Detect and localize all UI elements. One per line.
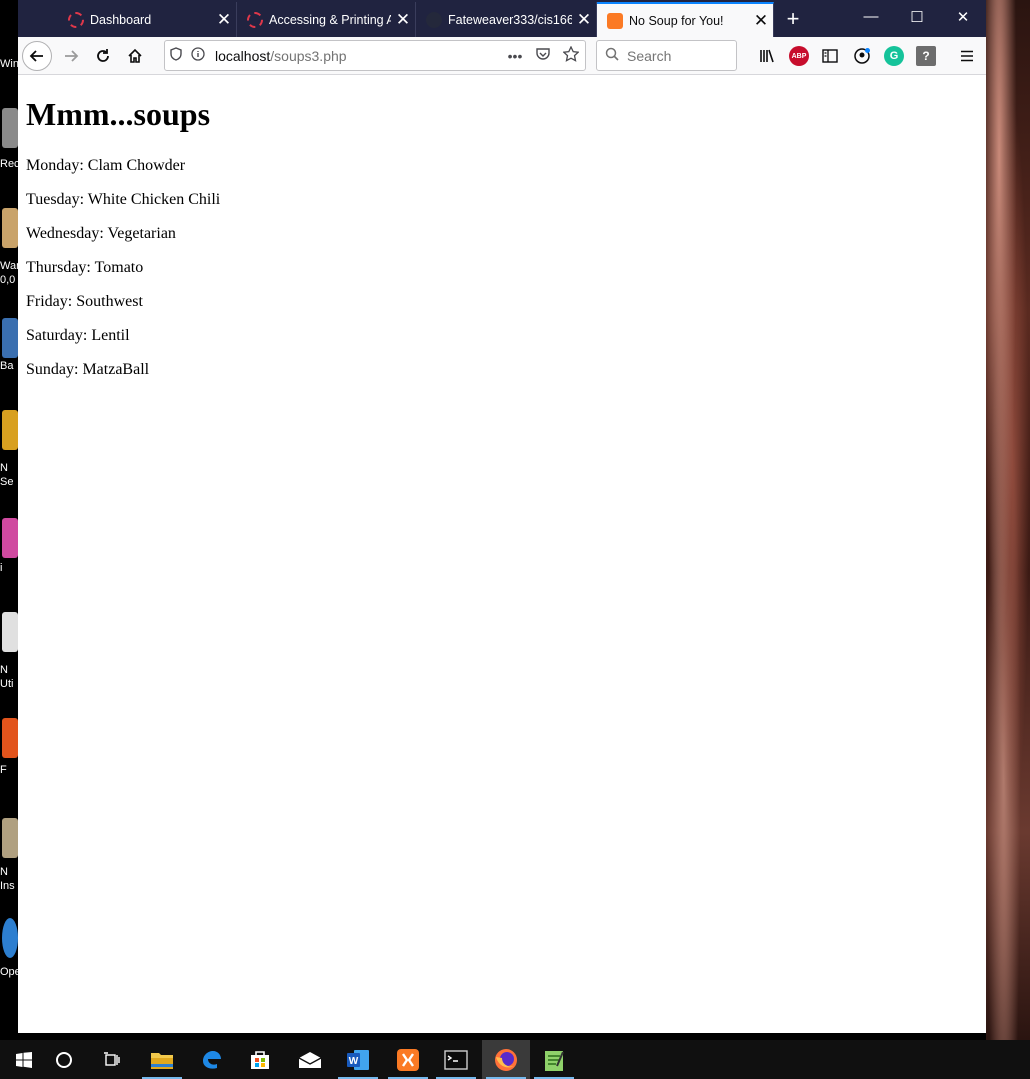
desktop-shortcut-icon[interactable] — [2, 718, 18, 758]
account-icon[interactable] — [852, 46, 872, 66]
tab-title: Dashboard — [90, 12, 152, 27]
wallpaper — [986, 0, 1030, 1040]
reader-sidebar-icon[interactable] — [820, 46, 840, 66]
xampp-icon[interactable] — [384, 1040, 432, 1079]
tab-dashboard[interactable]: Dashboard ✕ — [58, 2, 237, 37]
store-icon[interactable] — [236, 1040, 284, 1079]
edge-icon[interactable] — [188, 1040, 236, 1079]
tab-github[interactable]: Fateweaver333/cis166 ✕ — [416, 2, 597, 37]
desktop-shortcut-icon[interactable] — [2, 518, 18, 558]
tab-no-soup[interactable]: No Soup for You! ✕ — [597, 2, 774, 37]
home-button[interactable] — [120, 41, 150, 71]
url-path: /soups3.php — [270, 47, 347, 64]
github-icon — [426, 11, 442, 28]
file-explorer-icon[interactable] — [138, 1040, 186, 1079]
hamburger-menu-icon[interactable] — [957, 46, 977, 66]
pocket-icon[interactable] — [529, 47, 557, 64]
tab-accessing-printing[interactable]: Accessing & Printing A ✕ — [237, 2, 416, 37]
desktop-shortcut-icon[interactable] — [2, 208, 18, 248]
spinner-icon — [247, 11, 263, 28]
soup-item: Thursday: Tomato — [26, 259, 144, 276]
page-content: Mmm...soups Monday: Clam Chowder Tuesday… — [18, 76, 986, 1033]
desktop-icon-label: N — [0, 664, 8, 676]
desktop-icon-label: Ins — [0, 880, 15, 892]
task-view-icon[interactable] — [88, 1040, 136, 1079]
help-extension-icon[interactable]: ? — [916, 46, 936, 66]
new-tab-button[interactable]: + — [781, 6, 805, 32]
shield-icon[interactable] — [165, 47, 187, 64]
bookmark-star-icon[interactable] — [557, 45, 585, 65]
library-icon[interactable] — [757, 46, 777, 66]
desktop-icon-label: N — [0, 462, 8, 474]
url-host: localhost — [215, 47, 271, 64]
url-bar[interactable]: localhost/soups3.php ••• — [164, 40, 586, 71]
grammarly-icon[interactable]: G — [884, 46, 904, 66]
close-window-button[interactable]: ✕ — [940, 8, 986, 26]
recycle-bin-icon[interactable] — [2, 108, 18, 148]
browser-window: Dashboard ✕ Accessing & Printing A ✕ Fat… — [18, 0, 986, 1033]
firefox-icon[interactable] — [482, 1040, 530, 1079]
desktop-icon-label: War — [0, 260, 18, 272]
soup-item: Tuesday: White Chicken Chili — [26, 191, 221, 208]
desktop-shortcut-icon[interactable] — [2, 918, 18, 958]
desktop-icon-label: i — [0, 562, 3, 574]
taskbar: W — [0, 1040, 1030, 1079]
tab-bar: Dashboard ✕ Accessing & Printing A ✕ Fat… — [18, 0, 986, 37]
adblock-plus-icon[interactable]: ABP — [789, 46, 809, 66]
search-input[interactable] — [627, 47, 727, 64]
soup-item: Friday: Southwest — [26, 293, 143, 310]
back-arrow-icon — [29, 50, 43, 62]
desktop-icon-label: Uti — [0, 678, 14, 690]
info-icon[interactable] — [187, 47, 209, 64]
reload-button[interactable] — [88, 41, 118, 71]
search-bar[interactable] — [596, 40, 737, 71]
forward-button[interactable] — [56, 41, 86, 71]
soup-item: Monday: Clam Chowder — [26, 157, 186, 174]
tab-close-icon[interactable]: ✕ — [749, 11, 773, 31]
reload-icon — [97, 49, 109, 62]
tab-close-icon[interactable]: ✕ — [572, 10, 596, 30]
back-button[interactable] — [22, 41, 52, 71]
forward-arrow-icon — [65, 50, 79, 62]
url-text[interactable]: localhost/soups3.php — [209, 48, 501, 64]
desktop-shortcut-icon[interactable] — [2, 818, 18, 858]
tab-title: Fateweaver333/cis166 — [448, 12, 572, 27]
desktop-icon-label: F — [0, 764, 7, 776]
mail-icon[interactable] — [286, 1040, 334, 1079]
desktop-shortcut-icon[interactable] — [2, 410, 18, 450]
desktop-icon-label: 0,0 — [0, 274, 16, 286]
tab-title: Accessing & Printing A — [269, 12, 391, 27]
tab-title: No Soup for You! — [629, 13, 724, 28]
page-heading: Mmm...soups — [26, 96, 211, 132]
notepad-icon[interactable] — [530, 1040, 578, 1079]
home-icon — [128, 48, 142, 63]
minimize-button[interactable]: — — [848, 8, 894, 25]
tab-close-icon[interactable]: ✕ — [212, 10, 236, 30]
desktop-icon-label: N — [0, 866, 8, 878]
soup-item: Sunday: MatzaBall — [26, 361, 150, 378]
navigation-toolbar: localhost/soups3.php ••• ABP G ? — [18, 37, 986, 75]
xampp-icon — [607, 12, 623, 29]
desktop-icon-label: Win — [0, 58, 18, 70]
tab-close-icon[interactable]: ✕ — [391, 10, 415, 30]
desktop-shortcut-icon[interactable] — [2, 318, 18, 358]
word-icon[interactable]: W — [334, 1040, 382, 1079]
maximize-button[interactable]: ☐ — [894, 8, 940, 26]
word-icon-letter: W — [349, 1056, 359, 1067]
terminal-icon[interactable] — [432, 1040, 480, 1079]
desktop-icon-label: Rec — [0, 158, 18, 170]
page-actions-icon[interactable]: ••• — [501, 48, 529, 64]
desktop-icon-label: Se — [0, 476, 14, 488]
desktop-icon-label: Ba — [0, 360, 14, 372]
desktop-icon-label: Ope — [0, 966, 18, 978]
soup-item: Wednesday: Vegetarian — [26, 225, 176, 242]
soup-item: Saturday: Lentil — [26, 327, 130, 344]
spinner-icon — [68, 11, 84, 28]
desktop-shortcut-icon[interactable] — [2, 612, 18, 652]
cortana-icon[interactable] — [40, 1040, 88, 1079]
search-icon — [605, 47, 619, 64]
